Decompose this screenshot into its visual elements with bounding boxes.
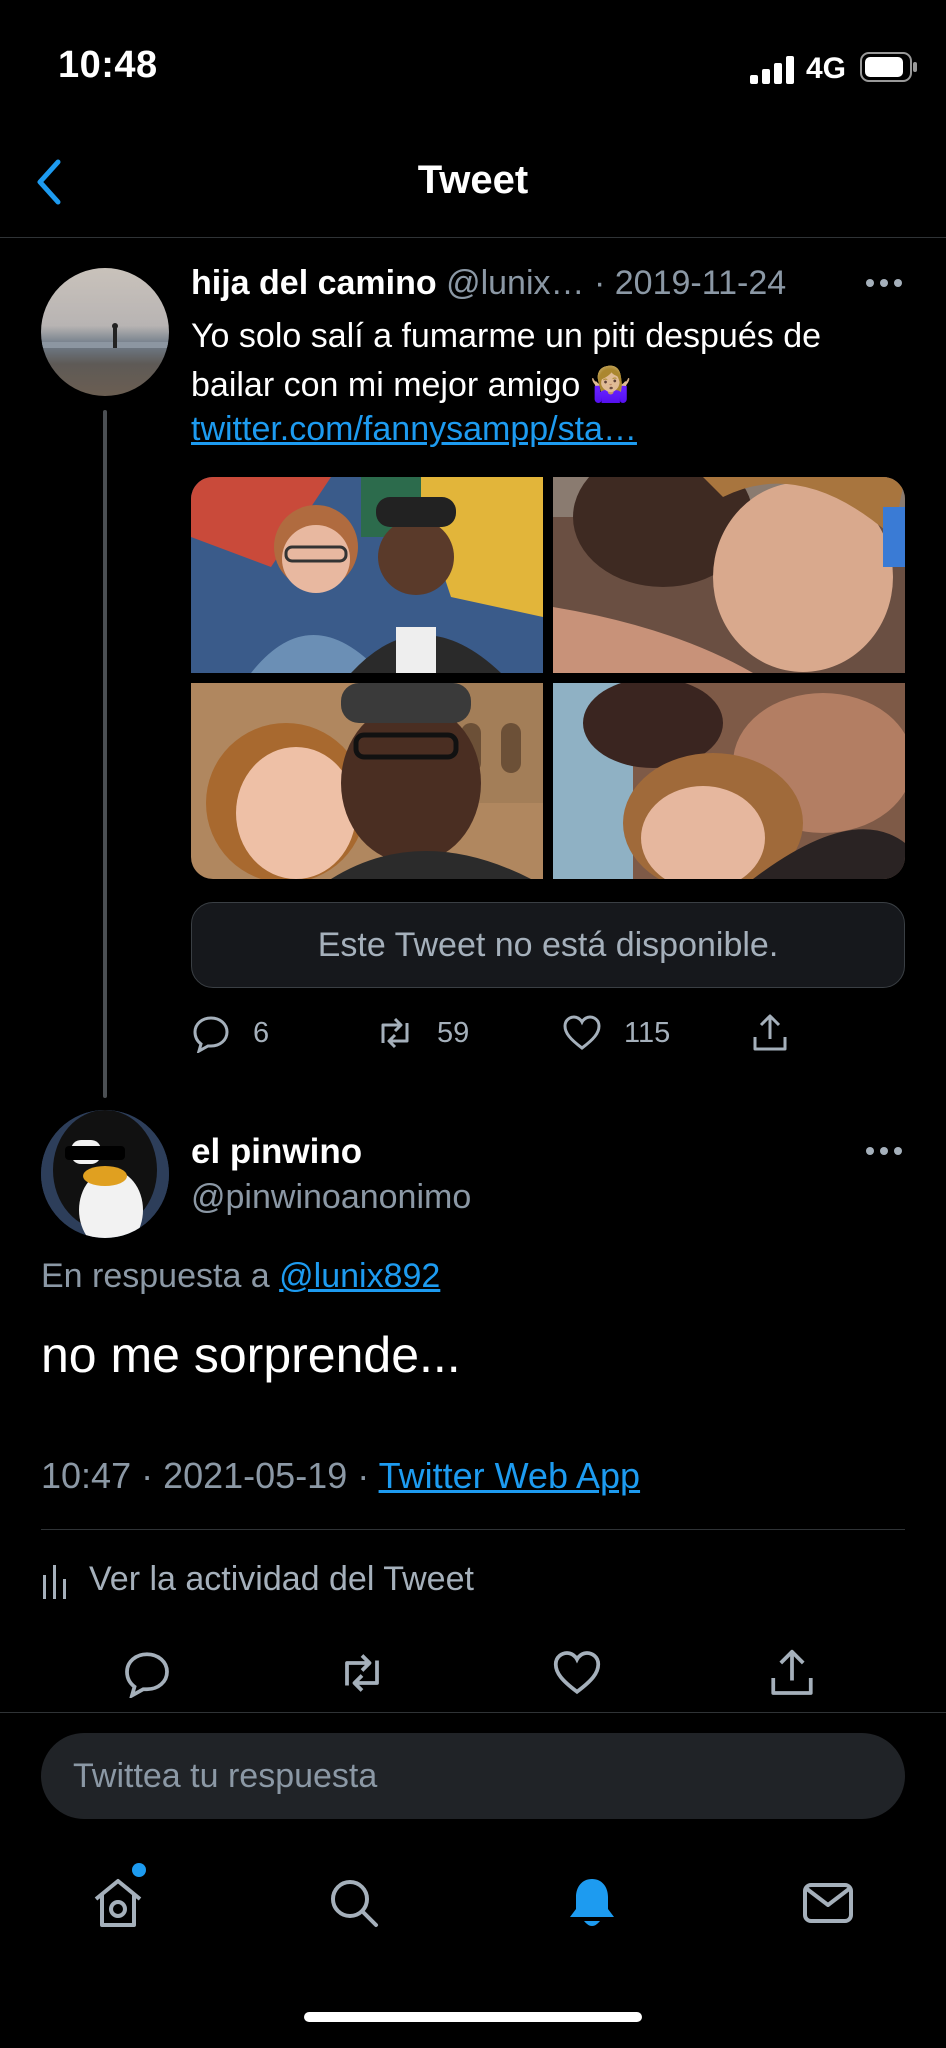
avatar[interactable] (41, 268, 169, 396)
media-grid[interactable] (191, 477, 905, 879)
reply-to-handle-link[interactable]: @lunix892 (279, 1257, 440, 1295)
battery-icon (860, 52, 917, 82)
thread-line (103, 410, 107, 1098)
tweet-text: Yo solo salí a fumarme un piti después d… (191, 317, 822, 404)
reply-context: En respuesta a @lunix892 (41, 1257, 440, 1296)
tweet-link[interactable]: twitter.com/fannysampp/sta… (191, 410, 637, 449)
reply-icon (193, 1016, 229, 1053)
notification-dot (132, 1863, 146, 1877)
tweet-date: · 2019-11-24 (593, 264, 787, 302)
avatar[interactable] (41, 1110, 169, 1238)
reply-icon[interactable] (122, 1648, 172, 1698)
share-action[interactable] (750, 1012, 812, 1054)
like-count: 115 (624, 1016, 671, 1049)
heart-icon[interactable] (552, 1648, 602, 1698)
photo-2[interactable] (553, 477, 905, 673)
tweet-header: hija del camino @lunix… · 2019-11-24 (191, 264, 786, 303)
share-icon (753, 1014, 787, 1051)
home-icon[interactable] (90, 1875, 146, 1931)
photo-4[interactable] (553, 678, 905, 879)
search-icon[interactable] (326, 1875, 382, 1931)
page-title: Tweet (417, 158, 529, 202)
reply-to-prefix: En respuesta a (41, 1257, 280, 1295)
activity-label: Ver la actividad del Tweet (89, 1560, 474, 1598)
retweet-count: 59 (437, 1016, 470, 1049)
more-options-icon[interactable] (864, 1136, 904, 1166)
display-name[interactable]: hija del camino (191, 264, 437, 302)
retweet-action[interactable]: 59 (375, 1012, 469, 1054)
divider (41, 1529, 905, 1530)
cellular-signal-icon (750, 56, 794, 84)
analytics-icon (43, 1564, 66, 1599)
user-handle[interactable]: @pinwinoanonimo (191, 1178, 471, 1217)
reply-count: 6 (253, 1016, 270, 1049)
messages-icon[interactable] (800, 1875, 856, 1931)
more-options-icon[interactable] (864, 268, 904, 298)
heart-icon (563, 1015, 601, 1050)
notifications-icon[interactable] (564, 1875, 620, 1931)
display-name[interactable]: el pinwino (191, 1132, 362, 1172)
network-type: 4G (806, 52, 847, 85)
tweet-text: no me sorprende... (41, 1327, 461, 1383)
reply-input[interactable] (73, 1757, 853, 1796)
retweet-icon (381, 1017, 409, 1049)
retweet-icon[interactable] (337, 1648, 387, 1698)
tweet-metadata: 10:47 · 2021-05-19 · Twitter Web App (41, 1455, 640, 1497)
tweet-source-link[interactable]: Twitter Web App (379, 1455, 640, 1496)
tweet-timestamp: 10:47 · 2021-05-19 · (41, 1455, 379, 1496)
photo-1[interactable] (191, 477, 543, 673)
reply-compose-box[interactable] (41, 1733, 905, 1819)
unavailable-tweet-card[interactable]: Este Tweet no está disponible. (191, 902, 905, 988)
divider (0, 1712, 946, 1713)
photo-3[interactable] (191, 683, 543, 879)
share-icon[interactable] (767, 1648, 817, 1698)
status-time: 10:48 (58, 44, 158, 86)
home-indicator (304, 2012, 642, 2022)
tweet-activity-button[interactable]: Ver la actividad del Tweet (41, 1560, 474, 1599)
header-divider (0, 237, 946, 238)
reply-action[interactable]: 6 (191, 1012, 269, 1054)
user-handle[interactable]: @lunix… (446, 264, 584, 302)
like-action[interactable]: 115 (562, 1012, 670, 1054)
